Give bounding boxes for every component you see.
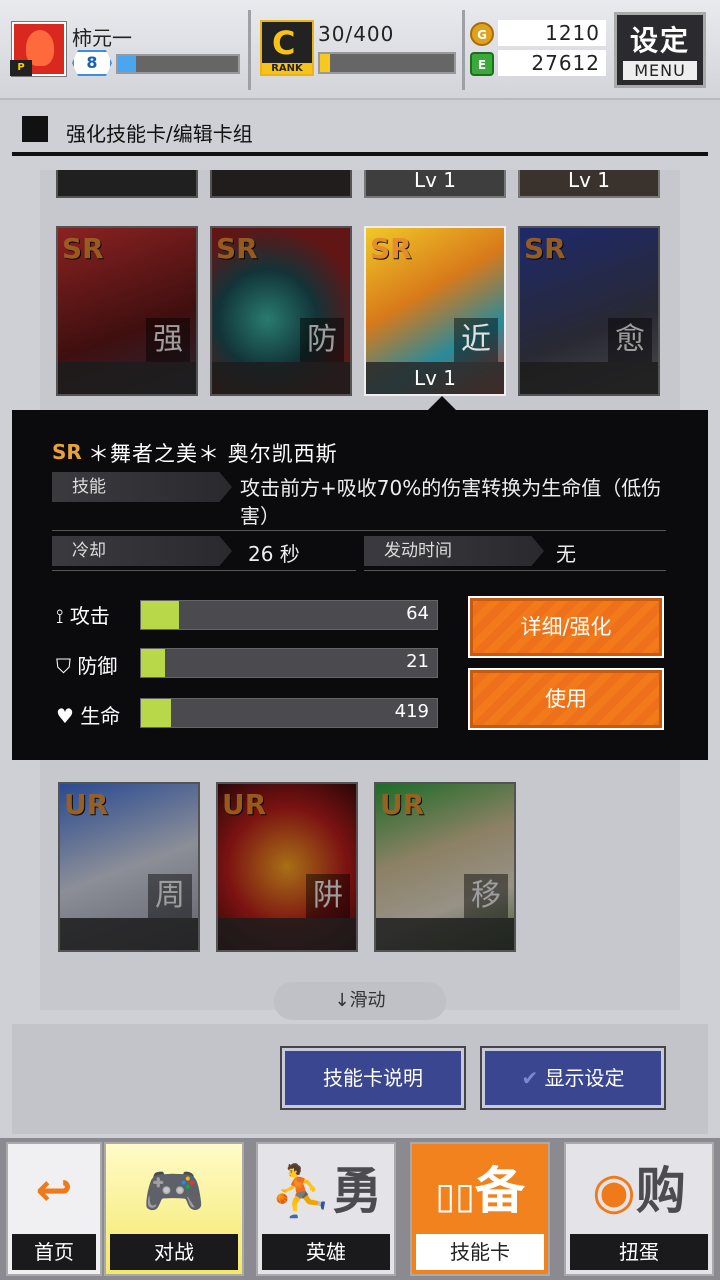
skill-label: 技能	[52, 472, 232, 502]
heart-icon: ♥	[56, 704, 74, 728]
card-slot[interactable]	[56, 170, 198, 198]
nav-battle[interactable]: 🎮 对战	[104, 1142, 244, 1276]
detail-upgrade-button[interactable]: 详细/强化	[468, 596, 664, 658]
display-settings-button[interactable]: ✔ 显示设定	[482, 1048, 664, 1108]
gacha-icon: ◉购	[592, 1162, 686, 1220]
card-slot[interactable]	[210, 170, 352, 198]
divider	[462, 10, 465, 90]
energy-value: 27612	[498, 50, 606, 76]
cooldown-value: 26 秒	[248, 542, 300, 566]
player-name: 柿元一	[72, 26, 132, 50]
divider	[364, 570, 666, 571]
card-slot[interactable]: UR 周	[58, 782, 200, 952]
card-slot[interactable]: SR 强	[56, 226, 198, 396]
p-badge-icon: P	[10, 60, 32, 76]
sword-icon: ⟟	[56, 604, 64, 628]
page-title: 强化技能卡/编辑卡组	[66, 122, 253, 146]
detail-rarity: SR	[52, 440, 82, 464]
check-icon: ✔	[521, 1066, 545, 1090]
card-slot[interactable]: UR 移	[374, 782, 516, 952]
skill-description: 攻击前方+吸收70%的伤害转换为生命值（低伤害）	[240, 476, 662, 528]
rank-progress: 30/400	[318, 22, 395, 46]
gamepad-icon: 🎮	[142, 1162, 206, 1220]
scroll-hint: ↓滑动	[274, 982, 446, 1020]
card-slot[interactable]: SR 愈	[518, 226, 660, 396]
card-slot[interactable]: SR 防	[210, 226, 352, 396]
cooldown-label: 冷却	[52, 536, 232, 566]
divider	[52, 570, 356, 571]
rank-progress-bar	[318, 52, 456, 74]
player-level-badge: 8	[72, 50, 112, 76]
trigger-value: 无	[556, 542, 576, 566]
nav-skill-card-active[interactable]: ▯▯备 技能卡	[410, 1142, 550, 1276]
divider	[248, 10, 251, 90]
bottom-nav: ↩ 首页 🎮 对战 ⛹勇 英雄 ▯▯备 技能卡 ◉购 扭蛋	[0, 1138, 720, 1280]
gold-coin-icon: G	[470, 22, 494, 46]
title-underline	[12, 152, 708, 156]
settings-menu-button[interactable]: 设定 MENU	[614, 12, 706, 88]
energy-icon: E	[470, 52, 494, 76]
card-slot[interactable]: Lv 1	[364, 170, 506, 198]
defense-stat: ⛉ 防御	[56, 654, 118, 678]
exp-bar	[116, 54, 240, 74]
title-icon	[22, 116, 48, 142]
divider	[52, 530, 666, 531]
shield-icon: ⛉	[56, 654, 71, 678]
attack-bar: 64	[140, 600, 438, 630]
home-icon: ↩	[35, 1165, 73, 1216]
trigger-label: 发动时间	[364, 536, 544, 566]
hp-bar: 419	[140, 698, 438, 728]
nav-home[interactable]: ↩ 首页	[6, 1142, 102, 1276]
nav-hero[interactable]: ⛹勇 英雄	[256, 1142, 396, 1276]
defense-bar: 21	[140, 648, 438, 678]
rank-badge: C RANK	[260, 20, 314, 76]
use-button[interactable]: 使用	[468, 668, 664, 730]
card-slot[interactable]: UR 阱	[216, 782, 358, 952]
card-slot[interactable]: Lv 1	[518, 170, 660, 198]
card-help-button[interactable]: 技能卡说明	[282, 1048, 464, 1108]
attack-stat: ⟟ 攻击	[56, 604, 110, 628]
card-slot-selected[interactable]: SR 近 Lv 1	[364, 226, 506, 396]
gold-coin-value: 1210	[498, 20, 606, 46]
hero-icon: ⛹勇	[269, 1162, 383, 1220]
nav-gacha[interactable]: ◉购 扭蛋	[564, 1142, 714, 1276]
card-name: ＊舞者之美＊ 奥尔凯西斯	[88, 442, 338, 466]
card-icon: ▯▯备	[435, 1162, 525, 1220]
hp-stat: ♥ 生命	[56, 704, 121, 728]
